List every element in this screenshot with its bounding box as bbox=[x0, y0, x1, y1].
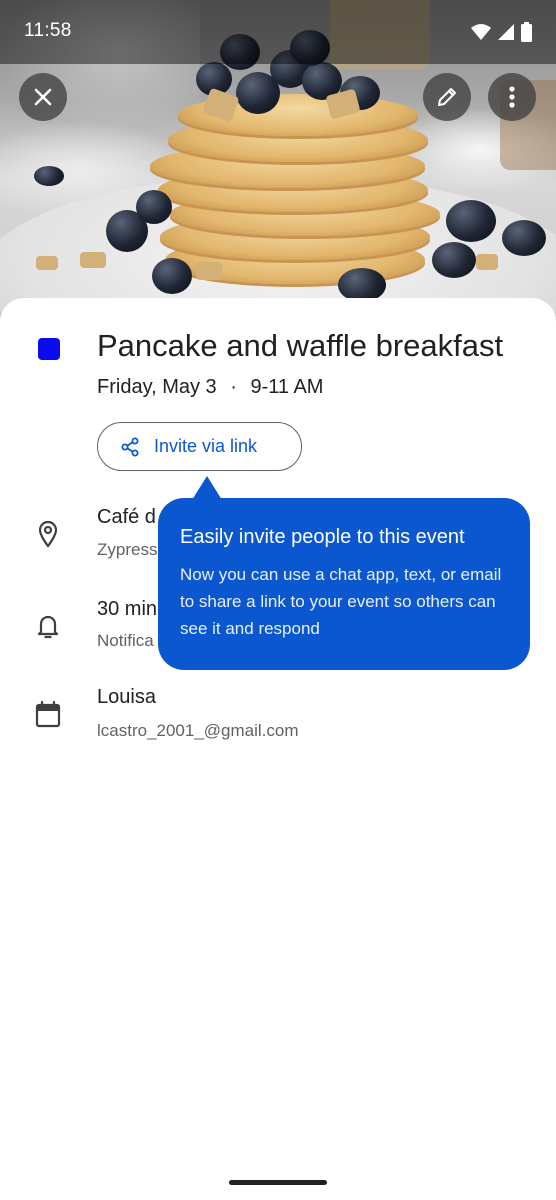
location-name[interactable]: Café d bbox=[97, 506, 156, 529]
invite-feature-tooltip[interactable]: Easily invite people to this event Now y… bbox=[158, 498, 530, 670]
location-address: Zypress bbox=[97, 540, 158, 559]
calendar-account-email: lcastro_2001_@gmail.com bbox=[97, 721, 299, 740]
gesture-home-bar[interactable] bbox=[229, 1180, 327, 1185]
edit-button[interactable] bbox=[423, 73, 471, 121]
tooltip-body: Now you can use a chat app, text, or ema… bbox=[180, 565, 502, 638]
wifi-icon bbox=[471, 24, 491, 40]
calendar-icon bbox=[34, 699, 62, 729]
location-pin-icon bbox=[34, 519, 62, 549]
invite-via-link-button[interactable]: Invite via link bbox=[97, 422, 302, 471]
more-vert-icon bbox=[509, 86, 515, 108]
more-options-button[interactable] bbox=[488, 73, 536, 121]
event-date-time: Friday, May 3 · 9-11 AM bbox=[97, 376, 323, 399]
status-bar: 11:58 bbox=[0, 0, 556, 64]
event-time: 9-11 AM bbox=[250, 376, 324, 398]
event-title: Pancake and waffle breakfast bbox=[97, 328, 504, 363]
event-color-chip bbox=[38, 338, 60, 360]
close-icon bbox=[34, 88, 52, 106]
share-icon bbox=[121, 437, 139, 456]
notification-time: 30 min bbox=[97, 598, 158, 620]
date-separator: · bbox=[230, 376, 237, 398]
bell-icon bbox=[34, 611, 62, 641]
event-date: Friday, May 3 bbox=[97, 376, 217, 398]
status-time: 11:58 bbox=[24, 20, 72, 41]
close-button[interactable] bbox=[19, 73, 67, 121]
notification-label: Notifica bbox=[97, 631, 154, 650]
battery-icon bbox=[521, 22, 532, 42]
tooltip-pointer bbox=[192, 476, 222, 500]
pencil-icon bbox=[438, 88, 456, 106]
tooltip-title: Easily invite people to this event bbox=[180, 526, 465, 548]
cellular-signal-icon bbox=[498, 24, 514, 40]
invite-button-label: Invite via link bbox=[154, 436, 258, 456]
calendar-owner-name: Louisa bbox=[97, 686, 156, 708]
